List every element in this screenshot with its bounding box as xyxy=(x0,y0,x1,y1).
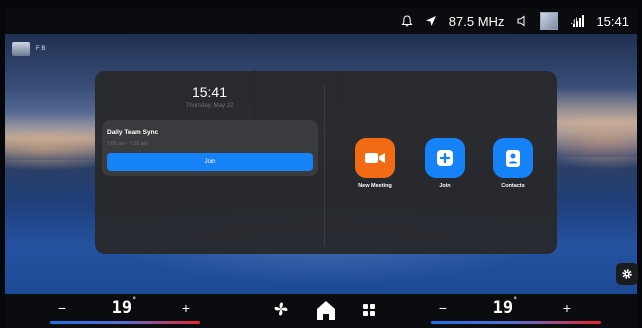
video-camera-icon xyxy=(365,153,385,163)
contact-card-icon xyxy=(506,149,520,167)
location-arrow-icon xyxy=(425,15,437,27)
status-bar: 87.5 MHz .ıl 15:41 xyxy=(5,8,637,34)
status-time: 15:41 xyxy=(596,13,629,29)
driver-temp[interactable]: 19° xyxy=(74,296,174,318)
panel-divider xyxy=(324,86,325,246)
contacts-tile[interactable] xyxy=(493,138,533,178)
car-infotainment-screen: 87.5 MHz .ıl 15:41 F B 15:41 Thursday, M… xyxy=(0,0,642,328)
wallpaper-city-right xyxy=(552,87,637,157)
contacts-label: Contacts xyxy=(501,183,525,189)
driver-climate: − 19° + xyxy=(50,296,198,318)
signal-icon: .ıl xyxy=(570,15,585,27)
new-meeting-button[interactable]: New Meeting xyxy=(340,138,410,189)
widget-date: Thursday, May 22 xyxy=(185,103,234,109)
driver-temp-value: 19 xyxy=(111,298,133,318)
fan-icon xyxy=(274,302,288,316)
fan-button[interactable] xyxy=(273,301,289,317)
wallpaper-city-left xyxy=(5,112,100,160)
meeting-title: Daily Team Sync xyxy=(107,129,159,136)
join-button[interactable]: Join xyxy=(410,138,480,189)
home-icon xyxy=(317,301,335,320)
apps-button[interactable] xyxy=(363,304,375,316)
meeting-time: 7:00 am - 7:30 am xyxy=(107,141,148,147)
bell-icon[interactable] xyxy=(401,14,413,28)
apps-grid-icon xyxy=(363,304,375,316)
settings-button[interactable] xyxy=(616,263,638,285)
new-meeting-label: New Meeting xyxy=(358,183,392,189)
bottom-bar: − 19° + − 19° + xyxy=(5,294,637,328)
driver-temp-up-button[interactable]: + xyxy=(174,300,198,316)
home-button[interactable] xyxy=(315,299,337,321)
widget-clock: 15:41 xyxy=(191,84,228,100)
avatar xyxy=(12,42,30,56)
contacts-button[interactable]: Contacts xyxy=(478,138,548,189)
degree-symbol: ° xyxy=(132,296,137,304)
plus-icon xyxy=(437,150,453,166)
passenger-temp[interactable]: 19° xyxy=(455,296,555,318)
passenger-climate: − 19° + xyxy=(431,296,579,318)
radio-frequency[interactable]: 87.5 MHz xyxy=(449,14,505,29)
passenger-temp-value: 19 xyxy=(492,298,514,318)
passenger-temp-up-button[interactable]: + xyxy=(555,300,579,316)
gear-icon xyxy=(622,269,632,279)
join-tile[interactable] xyxy=(425,138,465,178)
wallpaper-thumbnail[interactable] xyxy=(540,12,559,30)
driver-temp-down-button[interactable]: − xyxy=(50,300,74,316)
join-label: Join xyxy=(439,183,451,189)
driver-temp-indicator xyxy=(50,321,200,324)
meeting-card[interactable]: Daily Team Sync 7:00 am - 7:30 am Join xyxy=(102,120,318,176)
passenger-temp-indicator xyxy=(431,321,601,324)
meeting-widget-panel: 15:41 Thursday, May 22 Daily Team Sync 7… xyxy=(95,71,557,254)
passenger-temp-down-button[interactable]: − xyxy=(431,300,455,316)
speaker-muted-icon[interactable] xyxy=(516,15,528,27)
new-meeting-tile[interactable] xyxy=(355,138,395,178)
profile-name: F B xyxy=(36,46,46,52)
degree-symbol: ° xyxy=(513,296,518,304)
user-profile[interactable]: F B xyxy=(12,42,45,56)
join-meeting-button[interactable]: Join xyxy=(107,153,313,171)
